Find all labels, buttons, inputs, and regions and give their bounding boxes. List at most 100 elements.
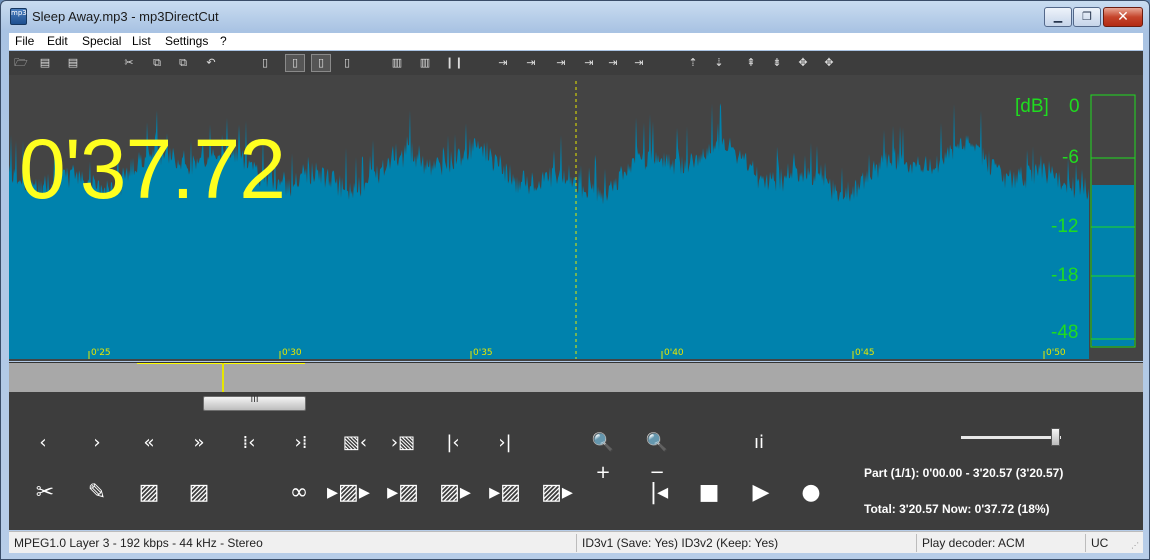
close-icon: ✕ (1117, 9, 1129, 25)
volume-slider-thumb[interactable] (1051, 428, 1060, 446)
status-id3: ID3v1 (Save: Yes) ID3v2 (Keep: Yes) (582, 536, 779, 550)
time-display: 0'37.72 (19, 122, 286, 216)
app-window: mp3 Sleep Away.mp3 - mp3DirectCut ▁ ❐ ✕ … (0, 0, 1150, 560)
save-list-icon[interactable]: ▤ (65, 55, 81, 71)
nav-c-icon[interactable]: ✥ (795, 55, 811, 71)
pause-bars-icon[interactable]: ❙❙ (445, 55, 463, 71)
meter-label-48: -48 (1051, 322, 1079, 343)
meter-unit-label: [dB] (1015, 96, 1049, 117)
marker-left-icon[interactable]: ⇥ (495, 55, 511, 71)
nav-a-icon[interactable]: ⇞ (743, 55, 759, 71)
record-icon[interactable]: ● (793, 478, 829, 508)
window-title: Sleep Away.mp3 - mp3DirectCut (32, 9, 219, 24)
page-mark-icon[interactable]: ▯ (285, 54, 305, 72)
status-bar: MPEG1.0 Layer 3 - 192 kbps - 44 kHz - St… (9, 531, 1143, 553)
status-separator (916, 534, 917, 552)
overview-bar[interactable] (9, 362, 1143, 393)
rewind-icon[interactable]: « (131, 428, 167, 458)
play-before-cut-icon[interactable]: ▸▨ (487, 478, 523, 508)
marker-d-icon[interactable]: ⇥ (605, 55, 621, 71)
stop-icon[interactable]: ■ (691, 478, 727, 508)
menu-bar: File Edit Special List Settings ? (9, 33, 1143, 50)
play-to-selection-icon[interactable]: ▸▨ (385, 478, 421, 508)
skip-back-icon[interactable]: |◂ (641, 478, 677, 508)
maximize-button[interactable]: ❐ (1073, 7, 1101, 27)
app-icon[interactable]: mp3 (10, 8, 27, 25)
meter-label-18: -18 (1051, 265, 1079, 286)
play-after-cut-icon[interactable]: ▨▸ (539, 478, 575, 508)
play-icon[interactable]: ▶ (743, 478, 779, 508)
marker-c-icon[interactable]: ⇥ (581, 55, 597, 71)
page-icon[interactable]: ▯ (257, 55, 273, 71)
select-begin-icon[interactable]: ▧‹ (337, 428, 373, 458)
play-from-selection-icon[interactable]: ▨▸ (437, 478, 473, 508)
menu-help[interactable]: ? (220, 34, 227, 48)
prev-icon[interactable]: ‹ (25, 428, 61, 458)
horizontal-scroll-thumb[interactable]: III (203, 395, 306, 411)
fade-out-icon[interactable]: ▨ (181, 478, 217, 508)
overview-cursor[interactable] (222, 363, 224, 393)
resize-grip-icon[interactable]: ⋰ (1131, 541, 1141, 551)
save-audio-icon[interactable]: ▤ (37, 55, 53, 71)
level-down-icon[interactable]: ⇣ (711, 55, 727, 71)
go-start-icon[interactable]: |‹ (435, 428, 471, 458)
marker-a-icon[interactable]: ⇥ (523, 55, 539, 71)
status-separator (576, 534, 577, 552)
go-end-icon[interactable]: ›| (487, 428, 523, 458)
open-icon[interactable]: 🗁 (13, 55, 29, 71)
menu-edit[interactable]: Edit (47, 34, 68, 48)
play-selection-icon[interactable]: ▸▨▸ (327, 478, 370, 508)
menu-file[interactable]: File (15, 34, 34, 48)
marker-e-icon[interactable]: ⇥ (631, 55, 647, 71)
status-format: MPEG1.0 Layer 3 - 192 kbps - 44 kHz - St… (14, 536, 263, 550)
title-bar[interactable]: mp3 Sleep Away.mp3 - mp3DirectCut ▁ ❐ ✕ (1, 1, 1149, 33)
fade-in-icon[interactable]: ▨ (131, 478, 167, 508)
control-panel: III Part (1/1): 0'00.00 - 3'20.57 (3'20.… (9, 392, 1143, 530)
minimize-button[interactable]: ▁ (1044, 7, 1072, 27)
nav-d-icon[interactable]: ✥ (821, 55, 837, 71)
split-many-icon[interactable]: ▥ (389, 55, 405, 71)
ruler-label: 0'35 (473, 348, 493, 358)
zoom-out-icon[interactable]: 🔍− (639, 428, 675, 483)
copy-icon[interactable]: ⧉ (149, 55, 165, 71)
ruler-label: 0'45 (855, 348, 875, 358)
next-icon[interactable]: › (79, 428, 115, 458)
ruler-label: 0'50 (1046, 348, 1066, 358)
go-begin-selection-icon[interactable]: ⁞‹ (231, 428, 267, 458)
split-icon[interactable]: ▥ (417, 55, 433, 71)
overview-visible-range[interactable] (137, 363, 305, 393)
page-info-icon[interactable]: ▯ (339, 55, 355, 71)
undo-icon[interactable]: ↶ (203, 55, 219, 71)
forward-icon[interactable]: » (181, 428, 217, 458)
page-edit-icon[interactable]: ▯ (311, 54, 331, 72)
volume-slider-track[interactable] (961, 436, 1061, 439)
waveform-view[interactable]: 0'37.72 [dB] 0 -6 -12 -18 -48 0'25 0'30 … (9, 75, 1143, 361)
menu-settings[interactable]: Settings (165, 34, 208, 48)
scissors-icon[interactable]: ✂ (27, 478, 63, 508)
go-end-selection-icon[interactable]: ›⁞ (283, 428, 319, 458)
meter-label-12: -12 (1051, 216, 1079, 237)
cut-icon[interactable]: ✂ (121, 55, 137, 71)
pencil-icon[interactable]: ✎ (79, 478, 115, 508)
marker-b-icon[interactable]: ⇥ (553, 55, 569, 71)
close-button[interactable]: ✕ (1103, 7, 1143, 27)
meter-label-6: -6 (1062, 147, 1079, 168)
paste-icon[interactable]: ⧉ (175, 55, 191, 71)
nav-b-icon[interactable]: ⇟ (769, 55, 785, 71)
loop-icon[interactable]: ∞ (281, 478, 317, 508)
ruler-label: 0'25 (91, 348, 111, 358)
status-decoder: Play decoder: ACM (922, 536, 1025, 550)
waveform[interactable] (9, 75, 1143, 361)
total-info: Total: 3'20.57 Now: 0'37.72 (18%) (864, 502, 1050, 516)
minimize-icon: ▁ (1053, 10, 1063, 23)
info-icon[interactable]: ıi (741, 428, 777, 458)
menu-special[interactable]: Special (82, 34, 121, 48)
level-up-icon[interactable]: ⇡ (685, 55, 701, 71)
status-separator (1085, 534, 1086, 552)
ruler-label: 0'30 (282, 348, 302, 358)
select-end-icon[interactable]: ›▧ (385, 428, 421, 458)
zoom-in-icon[interactable]: 🔍+ (585, 428, 621, 483)
menu-list[interactable]: List (132, 34, 151, 48)
toolbar: 🗁 ▤ ▤ ✂ ⧉ ⧉ ↶ ▯ ▯ ▯ ▯ ▥ ▥ ❙❙ ⇥ ⇥ ⇥ ⇥ ⇥ ⇥ ⇡ ⇣ ⇞ ⇟ ✥ ✥ (9, 51, 1143, 75)
part-info: Part (1/1): 0'00.00 - 3'20.57 (3'20.57) (864, 466, 1064, 480)
